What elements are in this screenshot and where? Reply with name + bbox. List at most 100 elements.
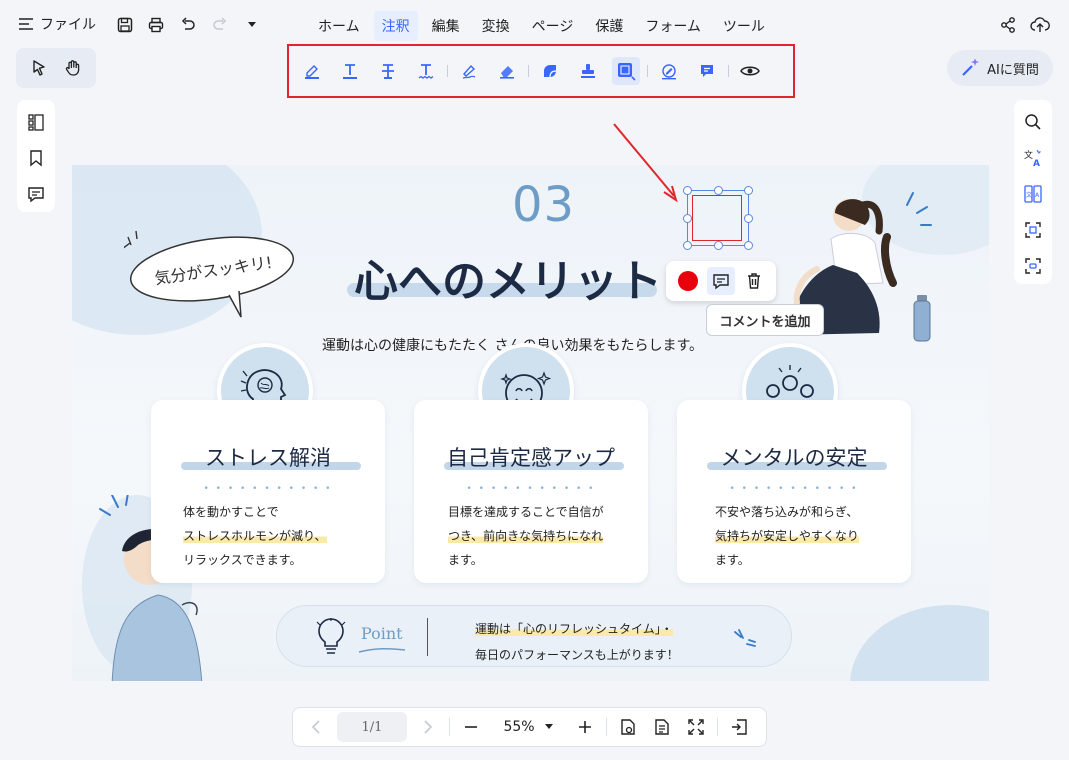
underline-text-button[interactable] [336,57,364,85]
page-indicator[interactable]: 1/1 [337,712,407,742]
color-picker-button[interactable] [674,267,702,295]
comments-panel-button[interactable] [22,180,50,208]
caret-down-icon [544,724,553,729]
resize-handle[interactable] [744,186,753,195]
selected-annotation[interactable] [683,186,753,250]
add-comment-tooltip: コメントを追加 [706,304,824,336]
tab-protect[interactable]: 保護 [587,11,631,41]
search-icon [1025,114,1041,130]
hamburger-icon [19,18,33,30]
section-number: 03 [512,177,576,233]
upload-cloud-button[interactable] [1030,15,1050,35]
stamp-tool-button[interactable] [574,57,602,85]
ask-ai-button[interactable]: AIに質問 [947,50,1053,86]
panel-collapse-icon [732,719,747,735]
hand-tool-button[interactable] [58,53,88,83]
printer-icon [148,17,164,33]
strikethrough-text-button[interactable] [374,57,402,85]
point-underline [358,647,406,653]
tab-tools[interactable]: ツール [715,11,773,41]
search-button[interactable] [1019,108,1047,136]
collapse-panel-button[interactable] [724,712,754,742]
compare-button[interactable]: 文A [1019,180,1047,208]
signature-tool-button[interactable] [655,57,683,85]
delete-annotation-button[interactable] [740,267,768,295]
sticky-note-button[interactable] [536,57,564,85]
card-dots: • • • • • • • • • • • [466,484,596,494]
right-side-panel: 文A 文A [1014,100,1052,284]
capture-icon [1025,258,1041,274]
resize-handle[interactable] [683,241,692,250]
bookmarks-button[interactable] [22,144,50,172]
svg-text:文: 文 [1026,191,1032,199]
save-button[interactable] [115,15,135,35]
point-line-2: 毎日のパフォーマンスも上がります！ [475,648,679,662]
benefit-card-stress: ストレス解消 • • • • • • • • • • • 体を動かすことで スト… [151,400,385,583]
minus-icon [465,726,477,728]
screenshot-button[interactable] [1019,252,1047,280]
document-page[interactable]: 03 心へのメリット 運動は心の健康にもたたく さんの良い効果をもたらします。 … [72,165,989,681]
pen-tool-button[interactable] [455,57,483,85]
next-page-button[interactable] [413,712,443,742]
undo-button[interactable] [178,15,198,35]
print-button[interactable] [146,15,166,35]
tab-page[interactable]: ページ [524,11,582,41]
main-tabs: ホーム 注釈 編集 変換 ページ 保護 フォーム ツール [310,11,773,41]
resize-handle[interactable] [744,241,753,250]
show-hide-annotations-button[interactable] [736,57,764,85]
fit-page-button[interactable] [681,712,711,742]
card-title: ストレス解消 [205,446,331,470]
share-button[interactable] [998,15,1018,35]
resize-handle[interactable] [683,214,692,223]
card-line: ます。 [715,553,750,567]
zoom-in-button[interactable] [570,712,600,742]
quick-access-dropdown[interactable] [242,15,262,35]
tab-home[interactable]: ホーム [310,11,368,41]
color-swatch-icon [678,271,699,291]
resize-handle[interactable] [744,214,753,223]
divider [717,718,718,736]
redo-button[interactable] [210,15,230,35]
tab-form[interactable]: フォーム [637,11,709,41]
thumbnails-button[interactable] [22,108,50,136]
undo-icon [181,17,195,30]
read-mode-button[interactable] [613,712,643,742]
trash-icon [747,273,760,289]
thumbnails-icon [28,114,44,131]
annotation-context-toolbar [666,261,776,301]
tab-convert[interactable]: 変換 [474,11,518,41]
red-arrow-annotation [613,123,678,203]
zoom-out-button[interactable] [456,712,486,742]
select-tool-button[interactable] [24,53,54,83]
page-navigation-bar: 1/1 55% [292,707,767,747]
caret-down-icon [248,22,256,27]
document-lines-icon [655,719,669,735]
tab-edit[interactable]: 編集 [424,11,468,41]
resize-handle[interactable] [714,241,723,250]
card-line-highlighted: つき、前向きな気持ちになれ [448,529,604,543]
translate-button[interactable]: 文A [1019,144,1047,172]
area-highlight-tool-button[interactable] [612,57,640,85]
resize-handle[interactable] [683,186,692,195]
comment-list-button[interactable] [693,57,721,85]
text-strikethrough-icon [382,64,394,79]
comment-icon [713,274,729,290]
text-squiggly-icon [418,64,434,79]
page-title: 心へのメリット [354,256,662,307]
add-comment-button[interactable] [706,267,735,295]
zoom-level-dropdown[interactable]: 55% [488,719,568,735]
translate-icon: 文A [1024,149,1042,168]
eraser-tool-button[interactable] [493,57,521,85]
comment-icon [28,187,44,203]
page-layout-button[interactable] [647,712,677,742]
ocr-button[interactable] [1019,216,1047,244]
card-line-highlighted: ストレスホルモンが減り、 [183,529,327,543]
previous-page-button[interactable] [301,712,331,742]
highlight-tool-button[interactable] [298,57,326,85]
tab-annotate[interactable]: 注釈 [373,11,418,41]
area-highlight-icon [618,63,636,81]
eye-icon [740,66,760,76]
file-menu-button[interactable]: ファイル [18,14,96,34]
resize-handle[interactable] [714,186,723,195]
squiggly-text-button[interactable] [412,57,440,85]
